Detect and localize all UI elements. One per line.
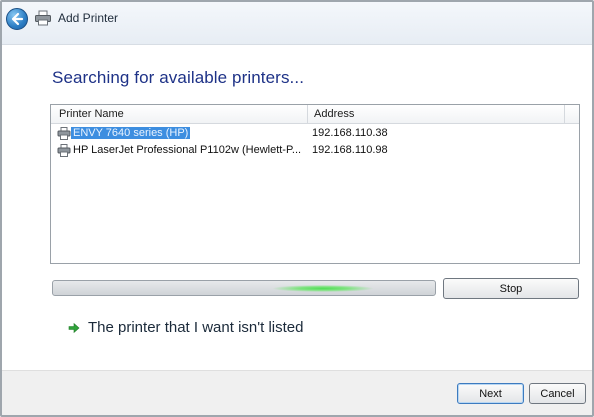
cancel-button[interactable]: Cancel — [529, 383, 586, 404]
footer: Next Cancel — [2, 370, 592, 415]
progress-glow — [273, 285, 373, 292]
printer-icon — [35, 10, 51, 26]
printer-list[interactable]: Printer Name Address ENVY 7640 series (H… — [50, 104, 580, 264]
column-divider — [307, 105, 308, 123]
printer-name: ENVY 7640 series (HP) — [71, 127, 191, 139]
back-button[interactable] — [6, 8, 28, 30]
search-progress-bar — [52, 280, 436, 296]
printer-name: HP LaserJet Professional P1102w (Hewlett… — [73, 144, 302, 156]
next-button[interactable]: Next — [457, 383, 524, 404]
green-arrow-icon — [68, 322, 80, 334]
column-header-address[interactable]: Address — [314, 108, 354, 120]
printer-icon — [57, 127, 71, 140]
printer-address: 192.168.110.98 — [312, 144, 388, 156]
printer-icon — [57, 144, 71, 157]
column-divider — [564, 105, 565, 123]
add-printer-dialog: Add Printer Searching for available prin… — [0, 0, 594, 417]
stop-button[interactable]: Stop — [443, 278, 579, 299]
title-bar: Add Printer — [2, 2, 592, 45]
printer-address: 192.168.110.38 — [312, 127, 388, 139]
back-arrow-icon — [11, 12, 24, 26]
list-header: Printer Name Address — [51, 105, 579, 124]
column-header-printer-name[interactable]: Printer Name — [59, 108, 124, 120]
printer-row-envy-7640[interactable]: ENVY 7640 series (HP) 192.168.110.38 — [55, 126, 575, 141]
page-heading: Searching for available printers... — [52, 68, 305, 87]
window-title: Add Printer — [58, 11, 119, 25]
printer-row-hp-laserjet[interactable]: HP LaserJet Professional P1102w (Hewlett… — [55, 143, 575, 158]
not-listed-label: The printer that I want isn't listed — [88, 319, 304, 336]
